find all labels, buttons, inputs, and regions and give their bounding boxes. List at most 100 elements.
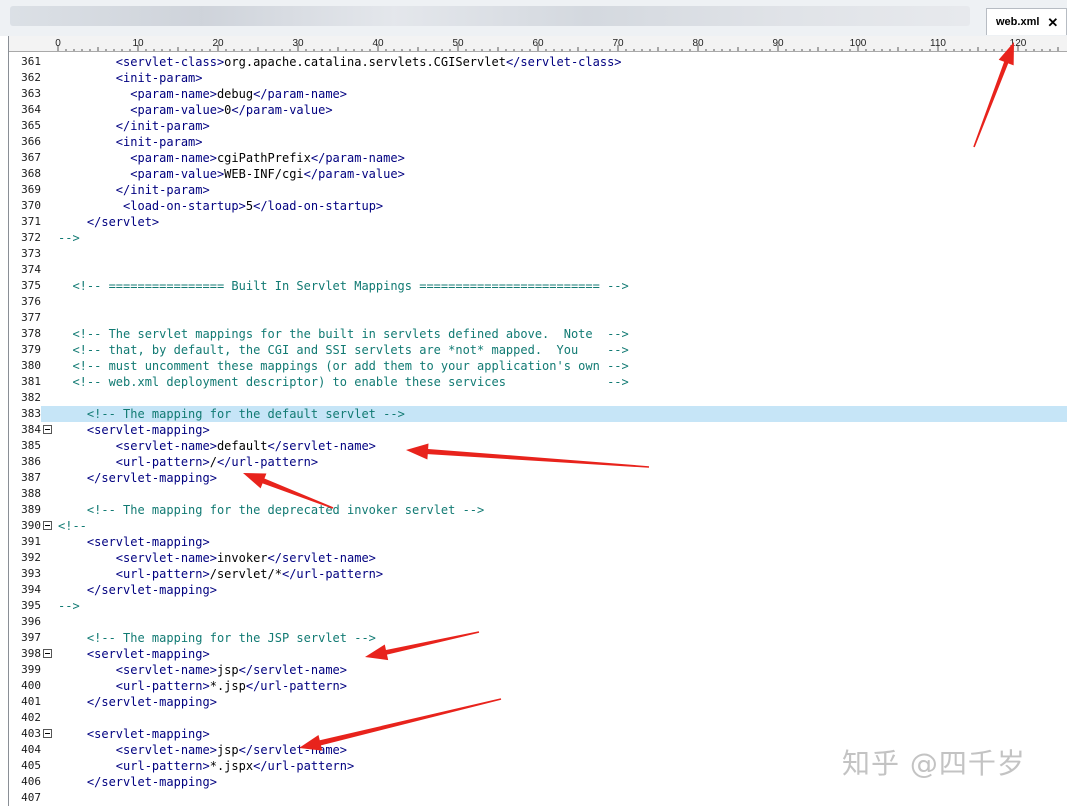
- code-line[interactable]: 393 <url-pattern>/servlet/*</url-pattern…: [9, 566, 1067, 582]
- xml-tag: </servlet-mapping>: [86, 471, 217, 485]
- xml-tag: <param-value>: [130, 167, 225, 181]
- line-number: 382: [21, 391, 41, 404]
- code-line[interactable]: 373: [9, 246, 1067, 262]
- code-text: <servlet-name>invoker</servlet-name>: [58, 550, 376, 566]
- line-number: 405: [21, 759, 41, 772]
- code-line[interactable]: 371 </servlet>: [9, 214, 1067, 230]
- blurred-tabs: [10, 6, 970, 26]
- code-line[interactable]: 398 <servlet-mapping>: [9, 646, 1067, 662]
- xml-comment: -->: [58, 599, 80, 613]
- xml-comment: <!-- web.xml deployment descriptor) to e…: [72, 375, 629, 389]
- xml-tag: </servlet-mapping>: [86, 695, 217, 709]
- code-line[interactable]: 399 <servlet-name>jsp</servlet-name>: [9, 662, 1067, 678]
- code-line[interactable]: 386 <url-pattern>/</url-pattern>: [9, 454, 1067, 470]
- code-area[interactable]: 361 <servlet-class>org.apache.catalina.s…: [9, 54, 1067, 806]
- code-line[interactable]: 376: [9, 294, 1067, 310]
- xml-tag: </param-value>: [303, 167, 405, 181]
- code-line[interactable]: 375 <!-- ================ Built In Servl…: [9, 278, 1067, 294]
- fold-toggle-icon[interactable]: [43, 649, 52, 658]
- fold-toggle-icon[interactable]: [43, 425, 52, 434]
- fold-toggle-icon[interactable]: [43, 729, 52, 738]
- code-line[interactable]: 394 </servlet-mapping>: [9, 582, 1067, 598]
- line-number: 377: [21, 311, 41, 324]
- code-line[interactable]: 378 <!-- The servlet mappings for the bu…: [9, 326, 1067, 342]
- line-number: 375: [21, 279, 41, 292]
- xml-tag: </servlet-name>: [238, 663, 348, 677]
- code-text: </servlet-mapping>: [58, 774, 217, 790]
- code-text: <param-name>debug</param-name>: [58, 86, 347, 102]
- xml-tag: <param-name>: [130, 87, 217, 101]
- code-line[interactable]: 374: [9, 262, 1067, 278]
- code-line[interactable]: 402: [9, 710, 1067, 726]
- code-line[interactable]: 387 </servlet-mapping>: [9, 470, 1067, 486]
- code-line[interactable]: 362 <init-param>: [9, 70, 1067, 86]
- code-text: </servlet-mapping>: [58, 694, 217, 710]
- code-line[interactable]: 369 </init-param>: [9, 182, 1067, 198]
- code-line[interactable]: 381 <!-- web.xml deployment descriptor) …: [9, 374, 1067, 390]
- ruler-label: 10: [132, 38, 144, 49]
- xml-tag: <servlet-name>: [115, 663, 217, 677]
- code-line[interactable]: 407: [9, 790, 1067, 806]
- code-text: <param-name>cgiPathPrefix</param-name>: [58, 150, 405, 166]
- xml-tag: </servlet-class>: [505, 55, 622, 69]
- code-text: <url-pattern>*.jsp</url-pattern>: [58, 678, 347, 694]
- code-line[interactable]: 364 <param-value>0</param-value>: [9, 102, 1067, 118]
- code-line[interactable]: 372 -->: [9, 230, 1067, 246]
- line-number: 394: [21, 583, 41, 596]
- code-line[interactable]: 377: [9, 310, 1067, 326]
- code-line[interactable]: 380 <!-- must uncomment these mappings (…: [9, 358, 1067, 374]
- code-line[interactable]: 379 <!-- that, by default, the CGI and S…: [9, 342, 1067, 358]
- code-line[interactable]: 370 <load-on-startup>5</load-on-startup>: [9, 198, 1067, 214]
- code-line[interactable]: 392 <servlet-name>invoker</servlet-name>: [9, 550, 1067, 566]
- code-text: <servlet-mapping>: [58, 534, 210, 550]
- ruler-label: 60: [532, 38, 544, 49]
- tab-web-xml[interactable]: web.xml ✕: [986, 8, 1067, 35]
- line-number: 400: [21, 679, 41, 692]
- line-number: 367: [21, 151, 41, 164]
- code-text: <!-- The mapping for the JSP servlet -->: [58, 630, 376, 646]
- xml-tag: <url-pattern>: [115, 759, 210, 773]
- code-line[interactable]: 391 <servlet-mapping>: [9, 534, 1067, 550]
- line-number: 395: [21, 599, 41, 612]
- code-line[interactable]: 403 <servlet-mapping>: [9, 726, 1067, 742]
- line-number: 396: [21, 615, 41, 628]
- line-number: 364: [21, 103, 41, 116]
- code-line[interactable]: 388: [9, 486, 1067, 502]
- xml-tag: <servlet-mapping>: [86, 535, 210, 549]
- code-line[interactable]: 389 <!-- The mapping for the deprecated …: [9, 502, 1067, 518]
- code-line[interactable]: 385 <servlet-name>default</servlet-name>: [9, 438, 1067, 454]
- code-line[interactable]: 396: [9, 614, 1067, 630]
- xml-tag: <servlet-name>: [115, 743, 217, 757]
- code-line[interactable]: 401 </servlet-mapping>: [9, 694, 1067, 710]
- xml-tag: </init-param>: [115, 119, 210, 133]
- xml-tag: <init-param>: [115, 135, 203, 149]
- code-text: <!--: [58, 518, 87, 534]
- code-line[interactable]: 368 <param-value>WEB-INF/cgi</param-valu…: [9, 166, 1067, 182]
- fold-toggle-icon[interactable]: [43, 521, 52, 530]
- xml-tag: <servlet-class>: [115, 55, 225, 69]
- code-editor[interactable]: 0 10 20 30 40 50 60 70 80 90 100 110 120 361 <servle…: [8, 36, 1067, 806]
- code-line[interactable]: 366 <init-param>: [9, 134, 1067, 150]
- code-line[interactable]: 382: [9, 390, 1067, 406]
- code-line[interactable]: 397 <!-- The mapping for the JSP servlet…: [9, 630, 1067, 646]
- code-line[interactable]: 390 <!--: [9, 518, 1067, 534]
- code-text: <param-value>WEB-INF/cgi</param-value>: [58, 166, 405, 182]
- code-line[interactable]: 367 <param-name>cgiPathPrefix</param-nam…: [9, 150, 1067, 166]
- code-text: <!-- web.xml deployment descriptor) to e…: [58, 374, 629, 390]
- xml-tag: <servlet-mapping>: [86, 647, 210, 661]
- code-line[interactable]: 395 -->: [9, 598, 1067, 614]
- line-number: 378: [21, 327, 41, 340]
- code-line[interactable]: 383 <!-- The mapping for the default ser…: [9, 406, 1067, 422]
- code-line[interactable]: 365 </init-param>: [9, 118, 1067, 134]
- close-icon[interactable]: ✕: [1047, 16, 1058, 29]
- xml-tag: </url-pattern>: [216, 455, 319, 469]
- code-line[interactable]: 363 <param-name>debug</param-name>: [9, 86, 1067, 102]
- code-line[interactable]: 384 <servlet-mapping>: [9, 422, 1067, 438]
- code-text: <!-- that, by default, the CGI and SSI s…: [58, 342, 628, 358]
- line-number: 402: [21, 711, 41, 724]
- code-text: <servlet-mapping>: [58, 646, 210, 662]
- code-text: <servlet-name>jsp</servlet-name>: [58, 742, 347, 758]
- code-line[interactable]: 400 <url-pattern>*.jsp</url-pattern>: [9, 678, 1067, 694]
- xml-comment: <!-- The mapping for the JSP servlet -->: [86, 631, 376, 645]
- code-line[interactable]: 361 <servlet-class>org.apache.catalina.s…: [9, 54, 1067, 70]
